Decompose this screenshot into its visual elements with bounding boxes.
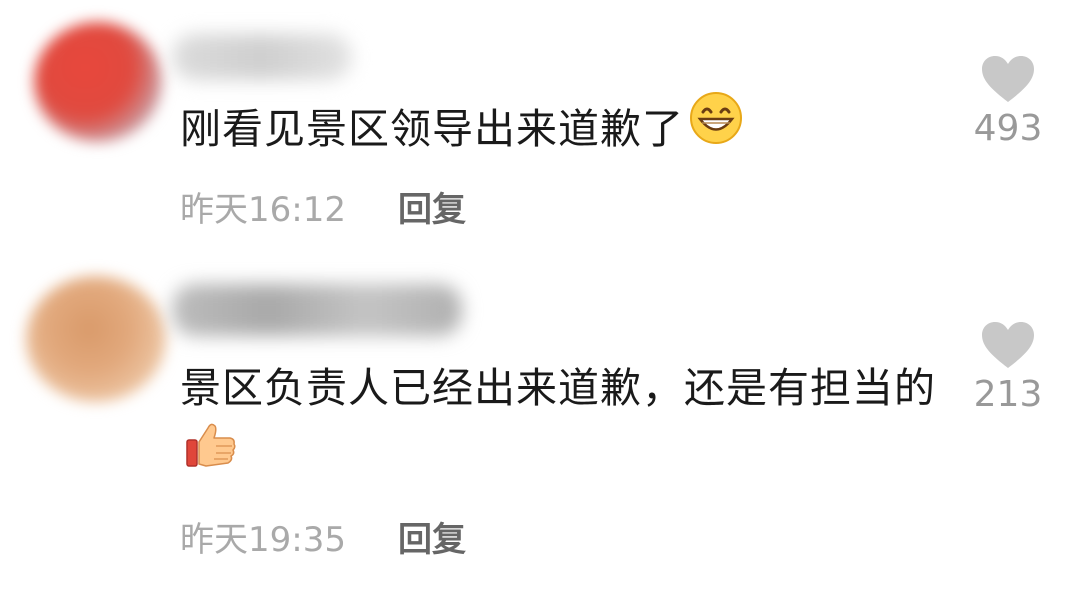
comment-text-body: 刚看见景区领导出来道歉了 — [180, 105, 684, 153]
avatar[interactable] — [26, 276, 166, 402]
comment-text-body: 景区负责人已经出来道歉，还是有担当的 — [180, 364, 936, 412]
avatar[interactable] — [34, 22, 162, 142]
timestamp: 昨天19:35 — [180, 519, 346, 560]
like-control[interactable]: 493 — [960, 54, 1056, 149]
like-count: 493 — [973, 108, 1043, 149]
comment-item: 刚看见景区领导出来道歉了 昨天16:12 回复 493 — [0, 0, 1080, 260]
comment-item: 景区负责人已经出来道歉，还是有担当的 昨天19:35 回复 213 — [0, 260, 1080, 597]
comment-text: 景区负责人已经出来道歉，还是有担当的 — [180, 354, 940, 496]
like-count: 213 — [973, 374, 1043, 415]
username[interactable] — [172, 34, 352, 80]
comment-meta: 昨天16:12 回复 — [180, 182, 466, 231]
timestamp: 昨天16:12 — [180, 189, 346, 230]
grinning-face-icon — [688, 90, 744, 166]
heart-icon[interactable] — [980, 54, 1036, 104]
heart-icon[interactable] — [980, 320, 1036, 370]
reply-button[interactable]: 回复 — [398, 512, 466, 561]
reply-button[interactable]: 回复 — [398, 182, 466, 231]
comment-meta: 昨天19:35 回复 — [180, 512, 466, 561]
thumbs-up-icon — [184, 418, 238, 492]
like-control[interactable]: 213 — [960, 320, 1056, 415]
comment-text: 刚看见景区领导出来道歉了 — [180, 92, 940, 170]
username[interactable] — [172, 284, 462, 336]
